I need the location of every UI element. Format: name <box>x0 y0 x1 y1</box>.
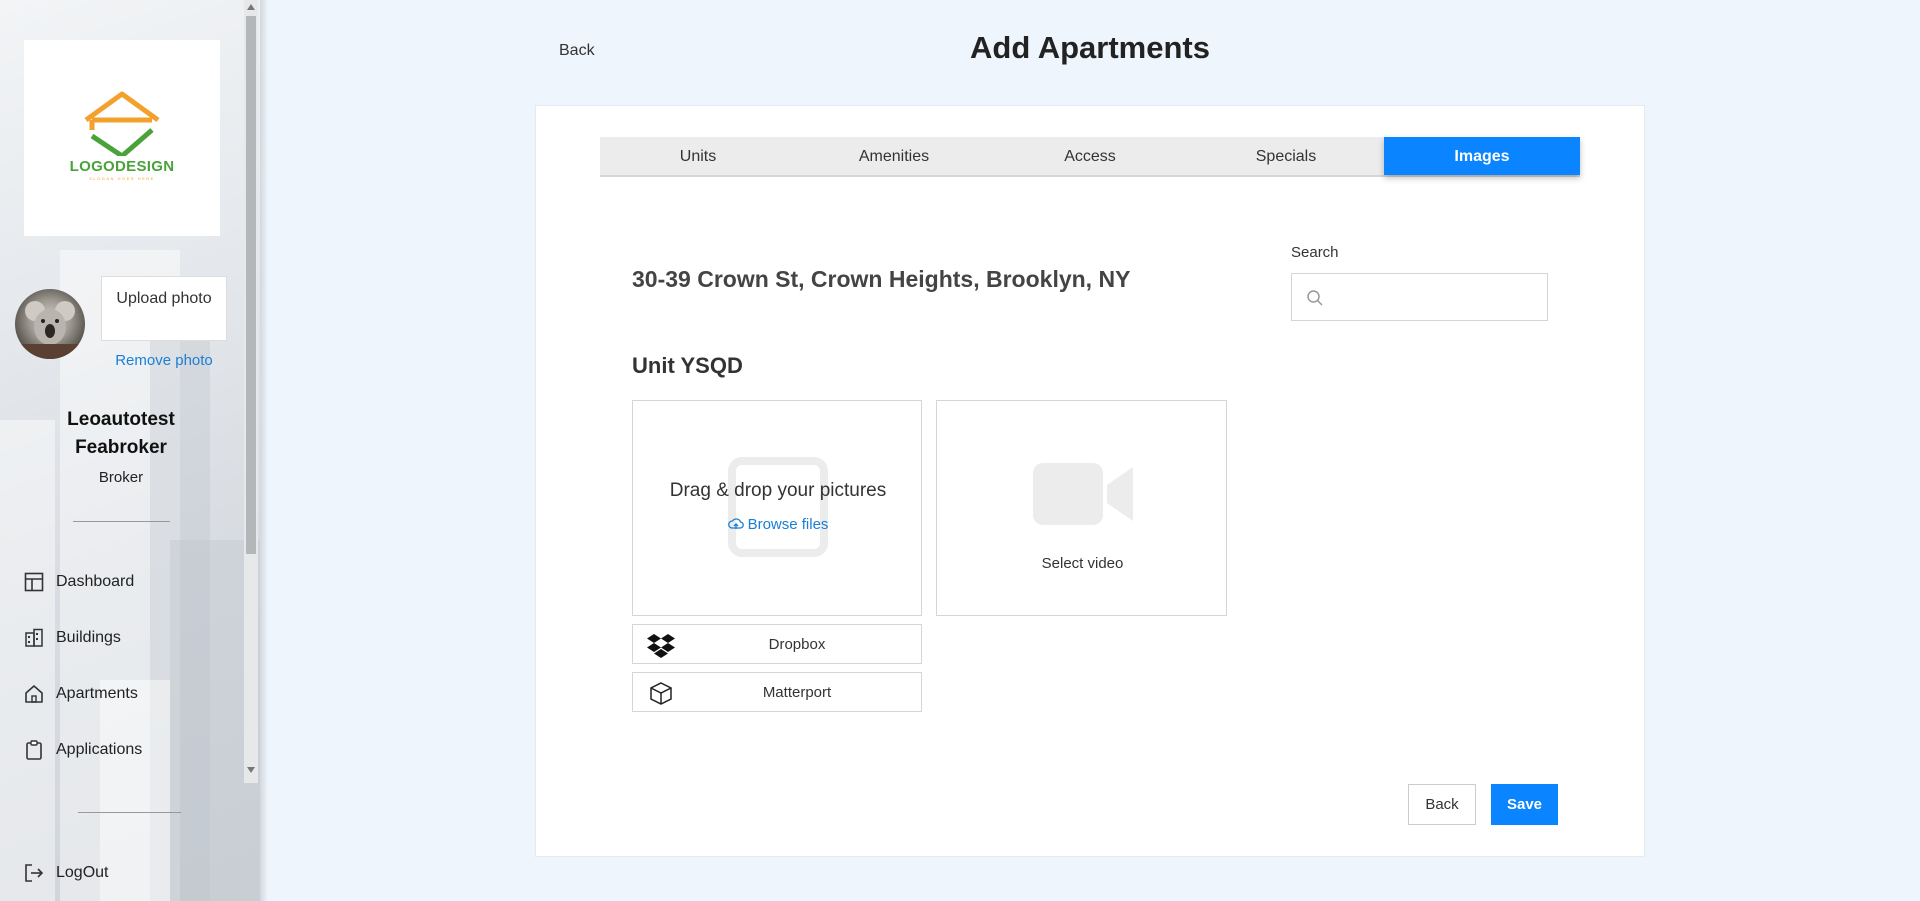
company-logo: LOGODESIGN SLOGAN GOES HERE <box>24 40 220 236</box>
logout-label: LogOut <box>56 864 109 881</box>
sidebar-item-applications[interactable]: Applications <box>24 740 142 760</box>
cloud-upload-icon <box>727 518 744 529</box>
tab-specials[interactable]: Specials <box>1188 137 1384 175</box>
sidebar-item-label: Applications <box>56 741 143 758</box>
sidebar-item-label: Apartments <box>56 685 138 702</box>
back-button[interactable]: Back <box>1408 784 1476 825</box>
building-address: 30-39 Crown St, Crown Heights, Brooklyn,… <box>632 266 1131 292</box>
sidebar-divider <box>78 812 181 813</box>
select-video-label: Select video <box>1041 555 1124 572</box>
logo-tagline: SLOGAN GOES HERE <box>89 176 155 181</box>
sidebar-item-label: Buildings <box>56 629 121 646</box>
save-button[interactable]: Save <box>1491 784 1558 825</box>
remove-photo-link[interactable]: Remove photo <box>101 352 227 369</box>
sidebar-shadow <box>260 0 268 901</box>
image-placeholder-icon <box>728 457 828 557</box>
tab-units[interactable]: Units <box>600 137 796 175</box>
buildings-icon <box>25 628 43 647</box>
sidebar-item-apartments[interactable]: Apartments <box>24 684 138 704</box>
logout-button[interactable]: LogOut <box>24 863 108 883</box>
logo-house-icon <box>84 91 160 156</box>
home-icon <box>25 685 43 703</box>
logout-icon <box>25 864 44 882</box>
scroll-up-arrow-icon[interactable] <box>247 4 255 10</box>
video-select-box[interactable]: Select video <box>936 400 1227 616</box>
tab-bar: Units Amenities Access Specials Images <box>600 137 1580 177</box>
tab-amenities[interactable]: Amenities <box>796 137 992 175</box>
dropbox-icon <box>647 634 675 658</box>
sidebar-item-dashboard[interactable]: Dashboard <box>24 572 134 592</box>
scroll-down-arrow-icon[interactable] <box>247 767 255 773</box>
browse-files-label: Browse files <box>747 516 829 533</box>
matterport-icon <box>650 682 672 705</box>
search-input[interactable] <box>1332 284 1537 310</box>
avatar <box>15 289 85 359</box>
dropbox-label: Dropbox <box>768 636 826 653</box>
image-dropzone[interactable]: Drag & drop your pictures Browse files <box>632 400 922 616</box>
matterport-label: Matterport <box>762 684 832 701</box>
dropzone-text: Drag & drop your pictures <box>669 480 887 501</box>
sidebar: LOGODESIGN SLOGAN GOES HERE Upload photo… <box>0 0 260 901</box>
page-title: Add Apartments <box>970 30 1210 65</box>
upload-photo-button[interactable]: Upload photo <box>101 276 227 341</box>
logo-text: LOGODESIGN <box>69 158 175 175</box>
tab-access[interactable]: Access <box>992 137 1188 175</box>
search-icon <box>1307 290 1323 306</box>
browse-files-link[interactable]: Browse files <box>633 516 923 533</box>
matterport-button[interactable]: Matterport <box>632 672 922 712</box>
scrollbar-thumb[interactable] <box>246 16 256 554</box>
sidebar-divider <box>73 521 170 522</box>
search-field[interactable] <box>1291 273 1548 321</box>
dashboard-icon <box>24 572 44 592</box>
tab-images[interactable]: Images <box>1384 137 1580 175</box>
clipboard-icon <box>26 740 42 760</box>
video-camera-icon <box>1033 463 1133 525</box>
unit-title: Unit YSQD <box>632 353 743 378</box>
search-label: Search <box>1291 244 1339 261</box>
sidebar-item-label: Dashboard <box>56 573 135 590</box>
header-back-link[interactable]: Back <box>559 42 595 60</box>
dropbox-button[interactable]: Dropbox <box>632 624 922 664</box>
user-role: Broker <box>98 469 144 486</box>
sidebar-scrollbar[interactable] <box>244 0 258 783</box>
user-name: Leoautotest Feabroker <box>67 409 175 458</box>
sidebar-item-buildings[interactable]: Buildings <box>24 628 121 648</box>
